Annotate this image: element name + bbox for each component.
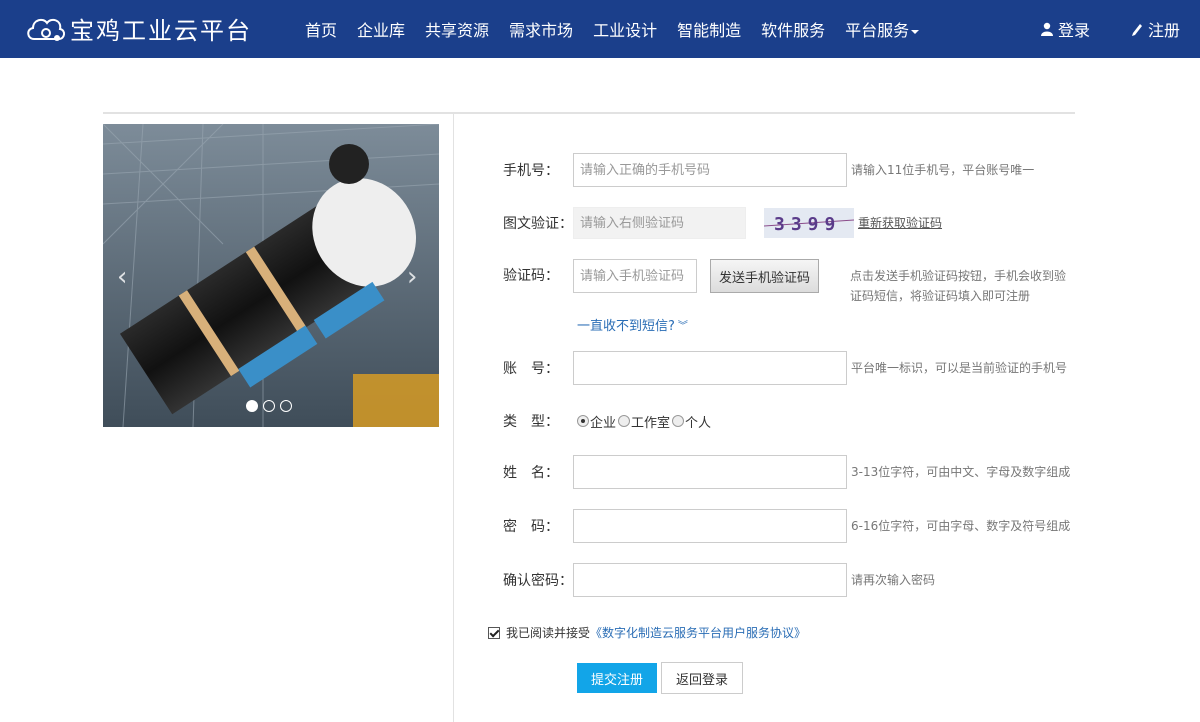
name-hint: 3-13位字符，可由中文、字母及数字组成 <box>851 465 1071 479</box>
name-label: 姓 名： <box>503 465 559 481</box>
carousel-dot[interactable] <box>280 400 292 412</box>
carousel-dots <box>246 400 292 412</box>
type-option-personal[interactable]: 个人 <box>672 412 711 431</box>
nav-home[interactable]: 首页 <box>295 17 347 41</box>
captcha-image[interactable]: 3399 <box>764 208 854 238</box>
type-option-studio[interactable]: 工作室 <box>618 412 670 431</box>
name-row: 姓 名： 3-13位字符，可由中文、字母及数字组成 <box>503 455 1070 489</box>
nav-industrial-design[interactable]: 工业设计 <box>583 17 667 41</box>
radio-icon <box>672 415 685 427</box>
captcha-code: 3399 <box>774 214 841 235</box>
type-row: 类 型： 企业 工作室 个人 <box>503 411 713 431</box>
sms-help-row: 一直收不到短信? ︾ <box>577 315 688 334</box>
submit-register-button[interactable]: 提交注册 <box>577 663 657 693</box>
carousel-prev-icon[interactable]: ‹ <box>117 262 127 292</box>
double-chevron-down-icon: ︾ <box>677 321 688 332</box>
image-carousel[interactable]: ‹ › <box>103 124 439 427</box>
password-label: 密 码： <box>503 519 559 535</box>
send-sms-code-button[interactable]: 发送手机验证码 <box>710 259 820 293</box>
agreement-link[interactable]: 《数字化制造云服务平台用户服务协议》 <box>590 624 806 641</box>
nav-enterprise-library[interactable]: 企业库 <box>347 17 415 41</box>
phone-input[interactable] <box>573 153 847 187</box>
agreement-text: 我已阅读并接受 <box>506 626 591 640</box>
sms-label: 验证码： <box>503 268 559 284</box>
captcha-label: 图文验证： <box>503 216 573 232</box>
captcha-code-graphic: 3399 <box>764 208 854 238</box>
type-option-label: 企业 <box>590 415 617 431</box>
phone-row: 手机号： 请输入11位手机号，平台账号唯一 <box>503 153 1034 187</box>
type-option-label: 工作室 <box>631 415 671 431</box>
account-row: 账 号： 平台唯一标识，可以是当前验证的手机号 <box>503 351 1067 385</box>
caret-down-icon <box>911 29 920 34</box>
sms-hint-line2: 证码短信，将验证码填入即可注册 <box>850 289 1031 303</box>
captcha-input[interactable] <box>573 207 746 239</box>
sms-help-link[interactable]: 一直收不到短信? <box>577 315 675 334</box>
user-icon <box>1041 22 1053 36</box>
nav-platform-services[interactable]: 平台服务 <box>835 17 929 41</box>
logo-text: 宝鸡工业云平台 <box>70 16 252 45</box>
type-option-enterprise[interactable]: 企业 <box>577 412 616 431</box>
main-nav: 首页 企业库 共享资源 需求市场 工业设计 智能制造 软件服务 平台服务 <box>295 0 929 58</box>
nav-software-services[interactable]: 软件服务 <box>751 17 835 41</box>
nav-smart-manufacturing[interactable]: 智能制造 <box>667 17 751 41</box>
sms-row: 验证码： 发送手机验证码 点击发送手机验证码按钮，手机会收到验 证码短信，将验证… <box>503 259 1066 306</box>
password-input[interactable] <box>573 509 847 543</box>
pencil-icon <box>1132 24 1142 36</box>
confirm-password-input[interactable] <box>573 563 847 597</box>
logo[interactable]: 宝鸡工业云平台 <box>24 10 252 46</box>
type-option-label: 个人 <box>685 415 712 431</box>
name-input[interactable] <box>573 455 847 489</box>
radio-icon <box>618 415 631 427</box>
nav-shared-resources[interactable]: 共享资源 <box>415 17 499 41</box>
nav-platform-services-label: 平台服务 <box>845 21 910 40</box>
top-navigation-bar: 宝鸡工业云平台 首页 企业库 共享资源 需求市场 工业设计 智能制造 软件服务 … <box>0 0 1200 58</box>
sms-hint-line1: 点击发送手机验证码按钮，手机会收到验 <box>850 269 1067 283</box>
vertical-divider <box>453 114 454 722</box>
confirm-password-label: 确认密码： <box>503 573 573 589</box>
register-link[interactable]: 注册 <box>1130 0 1180 58</box>
account-hint: 平台唯一标识，可以是当前验证的手机号 <box>851 361 1068 375</box>
radio-selected-icon <box>577 415 589 427</box>
nav-demand-market[interactable]: 需求市场 <box>499 17 583 41</box>
back-to-login-button[interactable]: 返回登录 <box>661 662 743 694</box>
login-label: 登录 <box>1058 21 1091 40</box>
sms-code-input[interactable] <box>573 259 697 293</box>
agreement-row: 我已阅读并接受 《数字化制造云服务平台用户服务协议》 <box>488 624 806 641</box>
password-hint: 6-16位字符，可由字母、数字及符号组成 <box>851 519 1071 533</box>
login-link[interactable]: 登录 <box>1040 0 1090 58</box>
cloud-logo-icon <box>27 18 65 41</box>
carousel-dot[interactable] <box>263 400 275 412</box>
confirm-password-hint: 请再次输入密码 <box>851 573 936 587</box>
phone-hint: 请输入11位手机号，平台账号唯一 <box>851 163 1035 177</box>
password-row: 密 码： 6-16位字符，可由字母、数字及符号组成 <box>503 509 1070 543</box>
refresh-captcha-link[interactable]: 重新获取验证码 <box>858 213 942 233</box>
divider <box>103 112 1075 114</box>
agreement-checkbox[interactable] <box>488 626 500 639</box>
sms-hint: 点击发送手机验证码按钮，手机会收到验 证码短信，将验证码填入即可注册 <box>850 266 1066 306</box>
industrial-tank-photo <box>103 124 439 427</box>
account-label: 账 号： <box>503 361 559 377</box>
confirm-password-row: 确认密码： 请再次输入密码 <box>503 563 935 597</box>
register-label: 注册 <box>1148 21 1181 40</box>
type-label: 类 型： <box>503 414 559 430</box>
carousel-next-icon[interactable]: › <box>407 262 417 292</box>
account-input[interactable] <box>573 351 847 385</box>
carousel-dot[interactable] <box>246 400 258 412</box>
captcha-row: 图文验证： 3399 重新获取验证码 <box>503 207 942 239</box>
phone-label: 手机号： <box>503 163 559 179</box>
